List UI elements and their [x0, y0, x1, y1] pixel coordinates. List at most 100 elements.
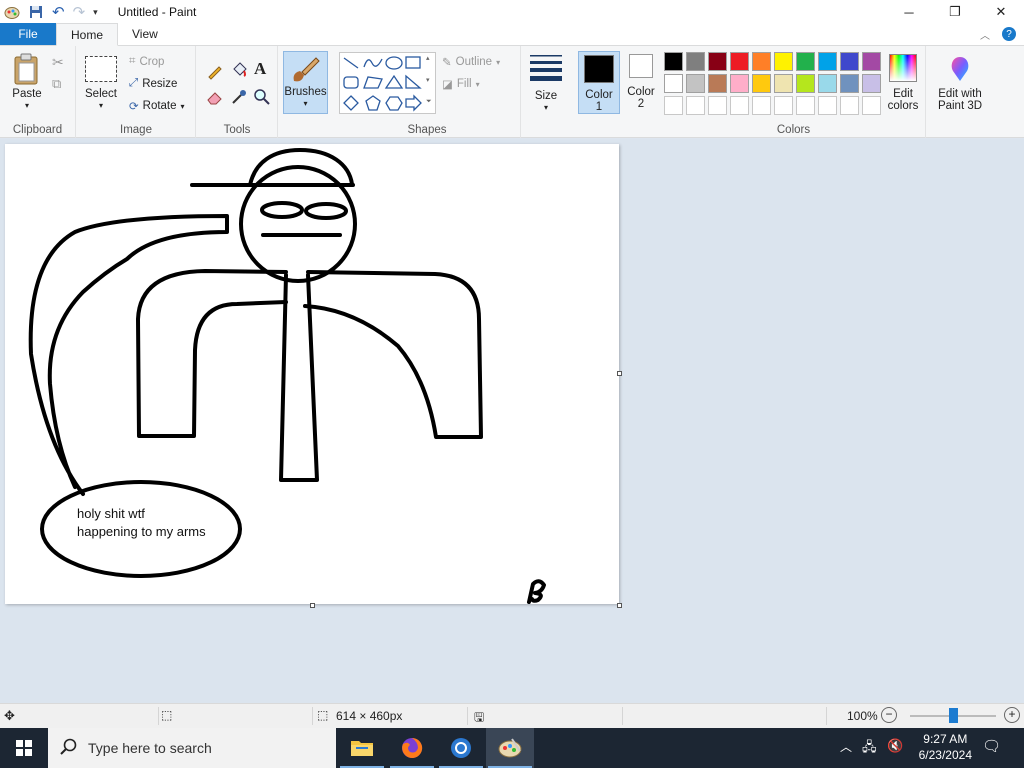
magnifier-icon[interactable] [253, 88, 271, 109]
outline-button[interactable]: ✎ Outline ▾ [442, 55, 500, 69]
network-icon[interactable]: 🖧 [862, 738, 877, 760]
palette-swatch[interactable] [708, 74, 727, 93]
custom-color-slot[interactable] [708, 96, 727, 115]
select-icon [85, 56, 117, 82]
custom-color-slot[interactable] [840, 96, 859, 115]
chrome-app[interactable] [437, 728, 485, 768]
volume-muted-icon[interactable]: 🔇 [887, 738, 903, 754]
eraser-icon[interactable] [206, 88, 224, 109]
shapes-scroll-down-icon[interactable]: ▾ [426, 76, 430, 84]
zoom-slider-thumb[interactable] [949, 708, 958, 723]
show-hidden-icons-icon[interactable]: ︿ [840, 738, 852, 755]
tab-view[interactable]: View [118, 23, 172, 45]
custom-color-slot[interactable] [796, 96, 815, 115]
canvas-area[interactable]: holy shit wtf happening to my arms [0, 139, 1024, 703]
taskbar-search[interactable]: Type here to search [48, 728, 336, 768]
close-button[interactable]: ✕ [978, 0, 1024, 24]
right-arm [303, 270, 483, 439]
start-button[interactable] [0, 728, 48, 768]
shapes-more-icon[interactable]: ⏷ [426, 98, 432, 106]
select-button[interactable]: Select ▾ [83, 56, 119, 112]
save-icon[interactable] [28, 4, 44, 20]
help-icon[interactable]: ? [1002, 27, 1016, 41]
chevron-down-icon: ▾ [475, 79, 480, 89]
rotate-button[interactable]: ⟳ Rotate ▾ [129, 99, 185, 113]
paste-button[interactable]: Paste ▾ [8, 52, 46, 112]
customize-quick-access-icon[interactable]: ▾ [93, 7, 98, 18]
resize-handle-corner[interactable] [617, 603, 622, 608]
palette-swatch[interactable] [686, 74, 705, 93]
copy-icon[interactable]: ⧉ [52, 76, 61, 92]
text-tool-icon[interactable]: A [254, 59, 266, 79]
rotate-icon: ⟳ [129, 101, 139, 113]
file-explorer-app[interactable] [338, 728, 386, 768]
palette-swatch[interactable] [818, 74, 837, 93]
palette-swatch[interactable] [774, 52, 793, 71]
notification-icon[interactable]: 🗨 [982, 737, 1001, 755]
redo-icon[interactable]: ↷ [73, 3, 86, 21]
minimize-button[interactable]: ─ [886, 0, 932, 24]
resize-handle-bottom[interactable] [310, 603, 315, 608]
resize-button[interactable]: ⤢ Resize [129, 77, 177, 90]
fill-bucket-icon[interactable] [230, 61, 248, 82]
palette-swatch[interactable] [730, 52, 749, 71]
drawing-canvas[interactable]: holy shit wtf happening to my arms [5, 144, 619, 604]
zoom-in-button[interactable]: + [1004, 707, 1020, 723]
shapes-gallery[interactable] [339, 52, 436, 114]
custom-color-slot[interactable] [862, 96, 881, 115]
tab-home[interactable]: Home [56, 23, 119, 46]
folder-icon [351, 741, 373, 756]
tab-file[interactable]: File [0, 23, 56, 45]
edit-with-paint3d-button[interactable]: Edit with Paint 3D [932, 54, 988, 112]
color2-button[interactable]: Color 2 [622, 54, 660, 110]
custom-color-slot[interactable] [774, 96, 793, 115]
windows-icon [16, 740, 32, 756]
fill-label: Fill [456, 78, 472, 90]
custom-color-slot[interactable] [664, 96, 683, 115]
fill-icon: ◪ [442, 79, 453, 91]
palette-swatch[interactable] [818, 52, 837, 71]
palette-swatch[interactable] [730, 74, 749, 93]
tools-group: A Tools [197, 46, 278, 138]
undo-icon[interactable]: ↶ [52, 3, 65, 21]
palette-swatch[interactable] [752, 52, 771, 71]
palette-swatch[interactable] [708, 52, 727, 71]
collapse-ribbon-icon[interactable]: ︿ [980, 27, 990, 42]
palette-swatch[interactable] [686, 52, 705, 71]
clock-time: 9:27 AM [923, 732, 968, 746]
cut-icon[interactable]: ✂ [52, 54, 64, 71]
zoom-out-button[interactable]: − [881, 707, 897, 723]
palette-swatch[interactable] [664, 52, 683, 71]
palette-swatch[interactable] [774, 74, 793, 93]
size-button[interactable]: Size ▾ [526, 54, 566, 114]
custom-color-slot[interactable] [752, 96, 771, 115]
image-group: Select ▾ ⌗ Crop ⤢ Resize ⟳ Rotate ▾ Image [77, 46, 196, 138]
resize-handle-right[interactable] [617, 371, 622, 376]
pencil-icon[interactable] [206, 62, 224, 83]
brushes-button[interactable]: Brushes ▾ [283, 51, 328, 114]
palette-swatch[interactable] [840, 74, 859, 93]
crop-button[interactable]: ⌗ Crop [129, 55, 164, 68]
palette-swatch[interactable] [796, 52, 815, 71]
chevron-down-icon: ▾ [496, 57, 501, 67]
custom-color-slot[interactable] [818, 96, 837, 115]
custom-color-slot[interactable] [730, 96, 749, 115]
firefox-app[interactable] [388, 728, 436, 768]
paint-app[interactable] [486, 728, 534, 768]
palette-swatch[interactable] [862, 52, 881, 71]
palette-swatch[interactable] [862, 74, 881, 93]
color1-button[interactable]: Color 1 [578, 51, 620, 114]
palette-swatch[interactable] [664, 74, 683, 93]
palette-swatch[interactable] [840, 52, 859, 71]
palette-swatch[interactable] [752, 74, 771, 93]
color1-swatch [584, 55, 614, 83]
custom-color-slot[interactable] [686, 96, 705, 115]
clock[interactable]: 9:27 AM 6/23/2024 [919, 731, 972, 763]
maximize-button[interactable]: ❐ [932, 0, 978, 24]
edit-colors-button[interactable]: Edit colors [884, 54, 922, 112]
fill-button[interactable]: ◪ Fill ▾ [442, 77, 480, 91]
shapes-scroll-up-icon[interactable]: ▴ [426, 54, 430, 62]
palette-swatch[interactable] [796, 74, 815, 93]
signature [527, 579, 546, 604]
color-picker-icon[interactable] [230, 88, 248, 109]
